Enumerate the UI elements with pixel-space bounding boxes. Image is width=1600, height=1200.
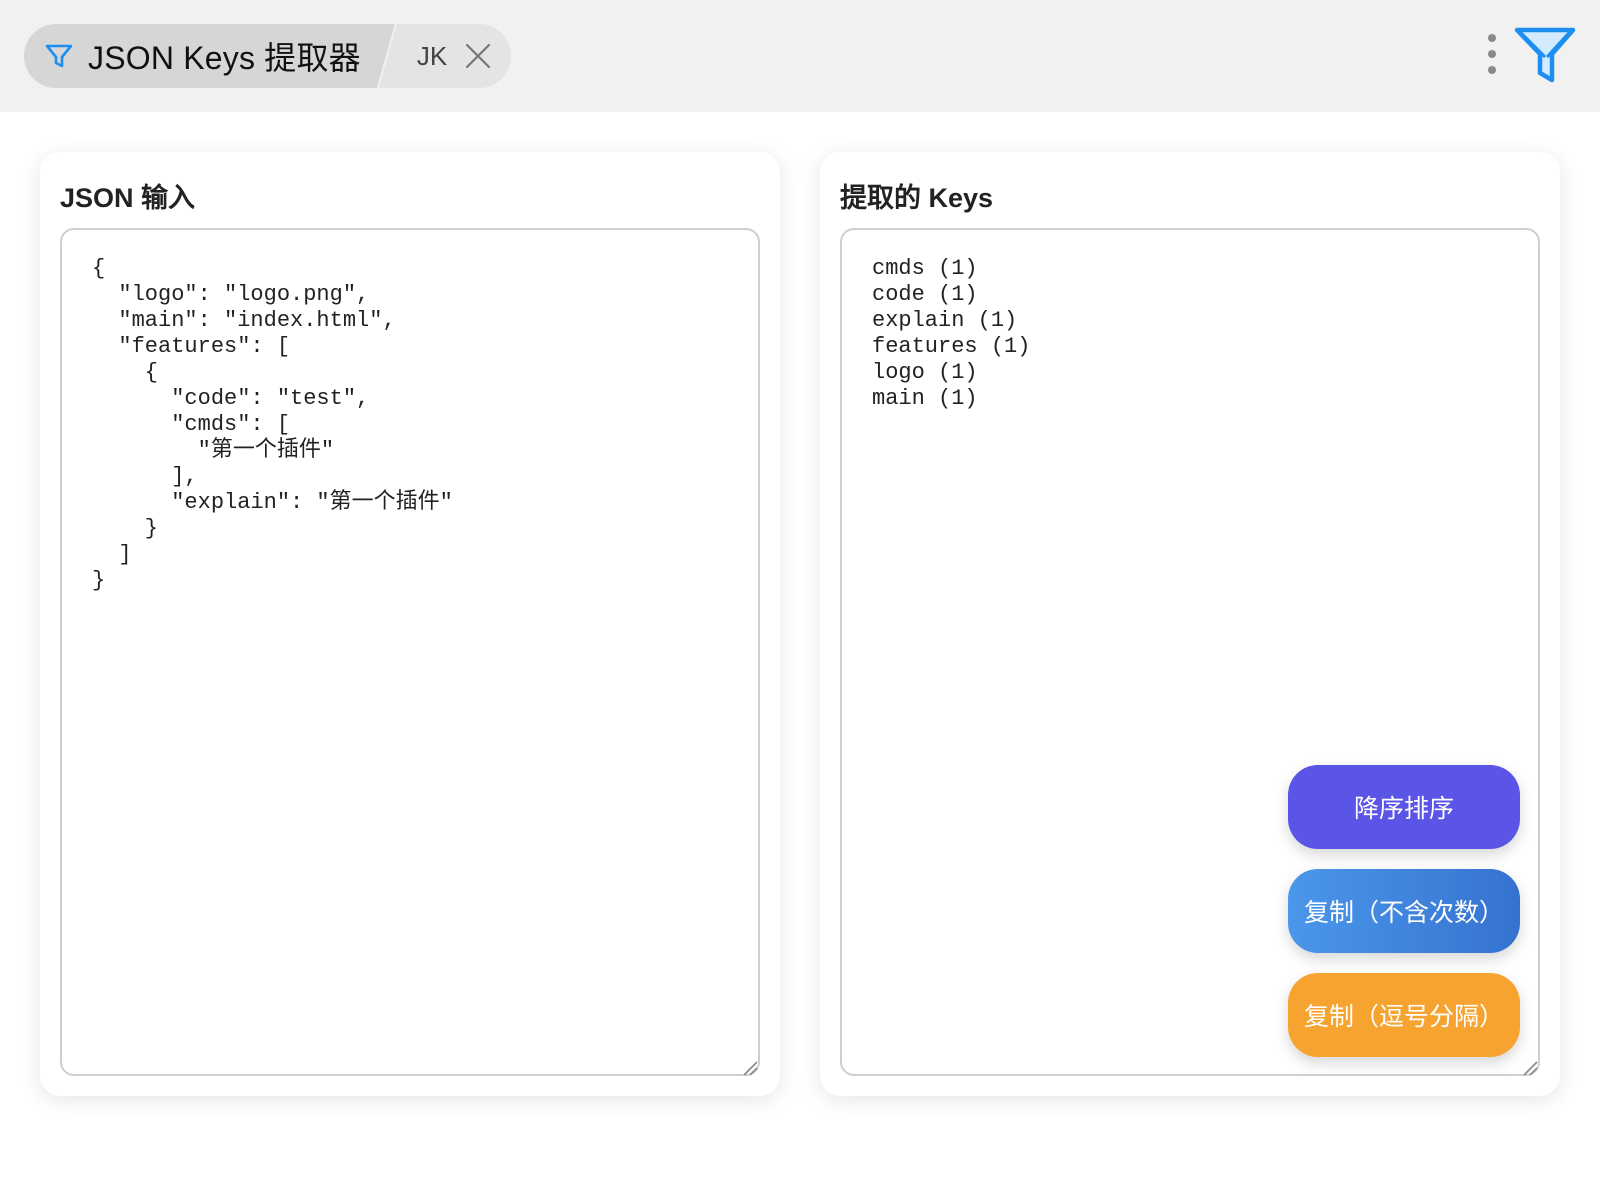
tab-short-label: JK xyxy=(416,40,448,71)
brand-filter-icon xyxy=(1514,26,1576,86)
resize-handle-icon[interactable] xyxy=(1522,1060,1538,1076)
json-input-textarea[interactable]: { "logo": "logo.png", "main": "index.htm… xyxy=(60,228,760,1076)
json-input-panel: JSON 输入 { "logo": "logo.png", "main": "i… xyxy=(40,152,780,1096)
tab-group: JSON Keys 提取器 JK xyxy=(24,24,512,88)
sort-descending-button[interactable]: 降序排序 xyxy=(1288,765,1520,849)
close-icon[interactable] xyxy=(465,43,491,69)
keys-output-panel: 提取的 Keys cmds (1) code (1) explain (1) f… xyxy=(820,152,1560,1096)
more-vertical-icon[interactable] xyxy=(1486,32,1498,76)
filter-icon xyxy=(44,41,74,71)
copy-comma-separated-button[interactable]: 复制（逗号分隔） xyxy=(1288,973,1520,1057)
tab-secondary[interactable]: JK xyxy=(378,24,512,88)
tab-plugin[interactable]: JSON Keys 提取器 xyxy=(24,24,395,88)
keys-output-title: 提取的 Keys xyxy=(840,183,994,213)
top-bar: JSON Keys 提取器 JK xyxy=(0,0,1600,112)
json-input-title: JSON 输入 xyxy=(60,183,196,213)
tab-title: JSON Keys 提取器 xyxy=(88,40,361,76)
resize-handle-icon[interactable] xyxy=(742,1060,758,1076)
copy-without-count-button[interactable]: 复制（不含次数） xyxy=(1288,869,1520,953)
